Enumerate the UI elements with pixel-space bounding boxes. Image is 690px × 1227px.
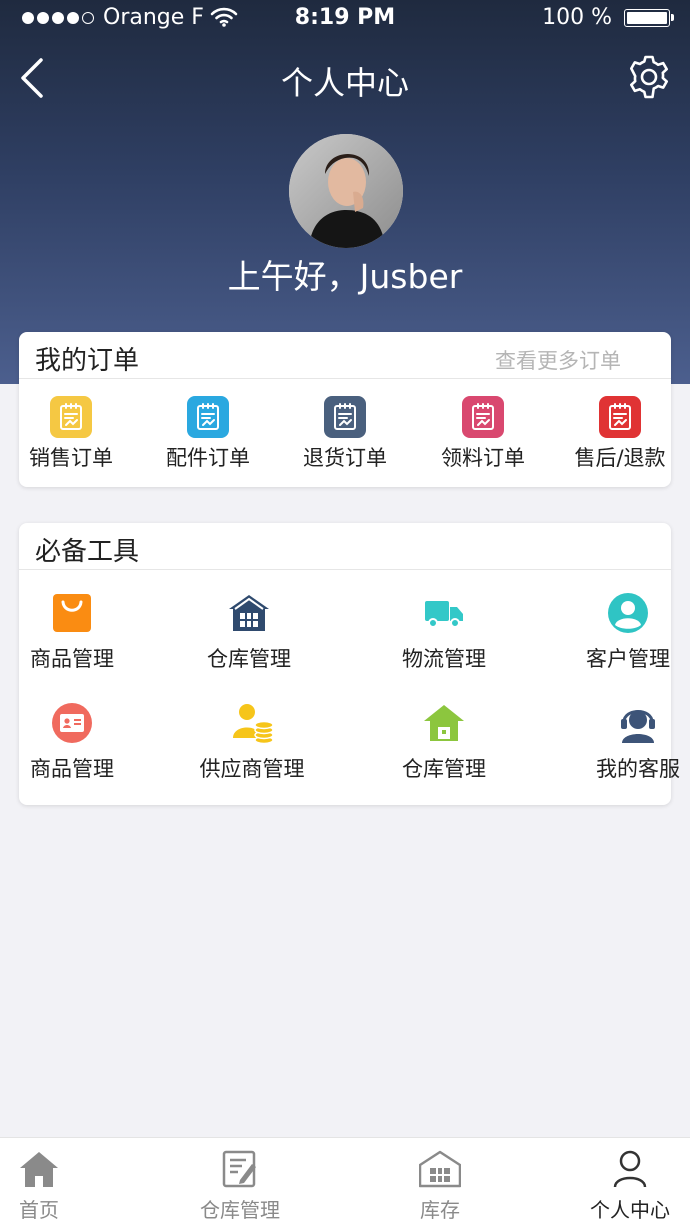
order-document-icon [324, 396, 366, 438]
tool-label: 客户管理 [586, 647, 670, 671]
tools-header: 必备工具 [19, 523, 671, 570]
tools-title: 必备工具 [35, 537, 140, 567]
tool-label: 商品管理 [30, 757, 114, 781]
tool-customer-management[interactable]: 客户管理 [548, 591, 690, 673]
my-orders-card: 我的订单 查看更多订单 销售订单 配件订单 退货订单 领料订单 售后/退款 [19, 332, 671, 487]
shopping-bag-icon [50, 591, 94, 635]
supplier-coins-icon [230, 701, 274, 745]
edit-document-icon [219, 1148, 261, 1190]
avatar-photo [289, 134, 403, 248]
avatar[interactable] [289, 134, 403, 248]
truck-icon [422, 591, 466, 635]
order-item-returns[interactable]: 退货订单 [280, 396, 410, 472]
tab-label: 库存 [420, 1198, 460, 1222]
order-document-icon [50, 396, 92, 438]
order-item-parts[interactable]: 配件订单 [143, 396, 273, 472]
tab-bar: 首页 仓库管理 库存 个人中心 [0, 1137, 690, 1227]
green-house-icon [422, 701, 466, 745]
status-bar: Orange F 8:19 PM 100 % [0, 0, 690, 38]
headset-icon [616, 701, 660, 745]
tool-warehouse-management[interactable]: 仓库管理 [169, 591, 329, 673]
tool-label: 供应商管理 [199, 757, 305, 781]
tab-label: 仓库管理 [200, 1198, 280, 1222]
tab-inventory[interactable]: 库存 [400, 1148, 480, 1223]
order-item-after-sales[interactable]: 售后/退款 [555, 396, 685, 472]
order-item-materials[interactable]: 领料订单 [418, 396, 548, 472]
user-icon [609, 1148, 651, 1190]
tab-home[interactable]: 首页 [0, 1148, 78, 1223]
view-more-orders-link[interactable]: 查看更多订单 [495, 345, 621, 375]
my-orders-title: 我的订单 [35, 346, 140, 376]
customer-icon [606, 591, 650, 635]
tool-supplier-management[interactable]: 供应商管理 [172, 701, 332, 783]
order-label: 销售订单 [29, 446, 113, 470]
greeting: 上午好，Jusber [227, 257, 463, 296]
settings-button[interactable] [626, 54, 672, 100]
tool-customer-service[interactable]: 我的客服 [558, 701, 690, 783]
tab-label: 首页 [19, 1198, 59, 1222]
battery-icon [624, 9, 674, 27]
tool-logistics-management[interactable]: 物流管理 [364, 591, 524, 673]
tools-card: 必备工具 商品管理 仓库管理 物流管理 客户管理 商品管理 供应商管理 仓库管理… [19, 523, 680, 805]
tab-personal-center[interactable]: 个人中心 [578, 1148, 682, 1223]
order-document-icon [599, 396, 641, 438]
tool-product-management-2[interactable]: 商品管理 [0, 701, 152, 783]
order-label: 配件订单 [166, 446, 250, 470]
order-document-icon [462, 396, 504, 438]
tool-label: 物流管理 [402, 647, 486, 671]
my-orders-header: 我的订单 查看更多订单 [19, 332, 671, 379]
tab-warehouse-management[interactable]: 仓库管理 [180, 1148, 300, 1223]
tool-warehouse-management-2[interactable]: 仓库管理 [364, 701, 524, 783]
tool-product-management[interactable]: 商品管理 [0, 591, 152, 673]
gear-icon [630, 55, 668, 99]
tool-label: 仓库管理 [207, 647, 291, 671]
order-label: 领料订单 [441, 446, 525, 470]
tool-label: 我的客服 [596, 757, 680, 781]
warehouse-icon [227, 591, 271, 635]
order-document-icon [187, 396, 229, 438]
id-card-icon [50, 701, 94, 745]
chevron-left-icon [21, 58, 43, 98]
order-label: 退货订单 [303, 446, 387, 470]
home-icon [18, 1148, 60, 1190]
tool-label: 仓库管理 [402, 757, 486, 781]
tool-label: 商品管理 [30, 647, 114, 671]
tab-label: 个人中心 [590, 1198, 670, 1222]
order-item-sales[interactable]: 销售订单 [6, 396, 136, 472]
back-button[interactable] [14, 54, 54, 102]
warehouse-icon [419, 1148, 461, 1190]
battery-percent: 100 % [542, 5, 612, 30]
order-label: 售后/退款 [574, 446, 666, 470]
